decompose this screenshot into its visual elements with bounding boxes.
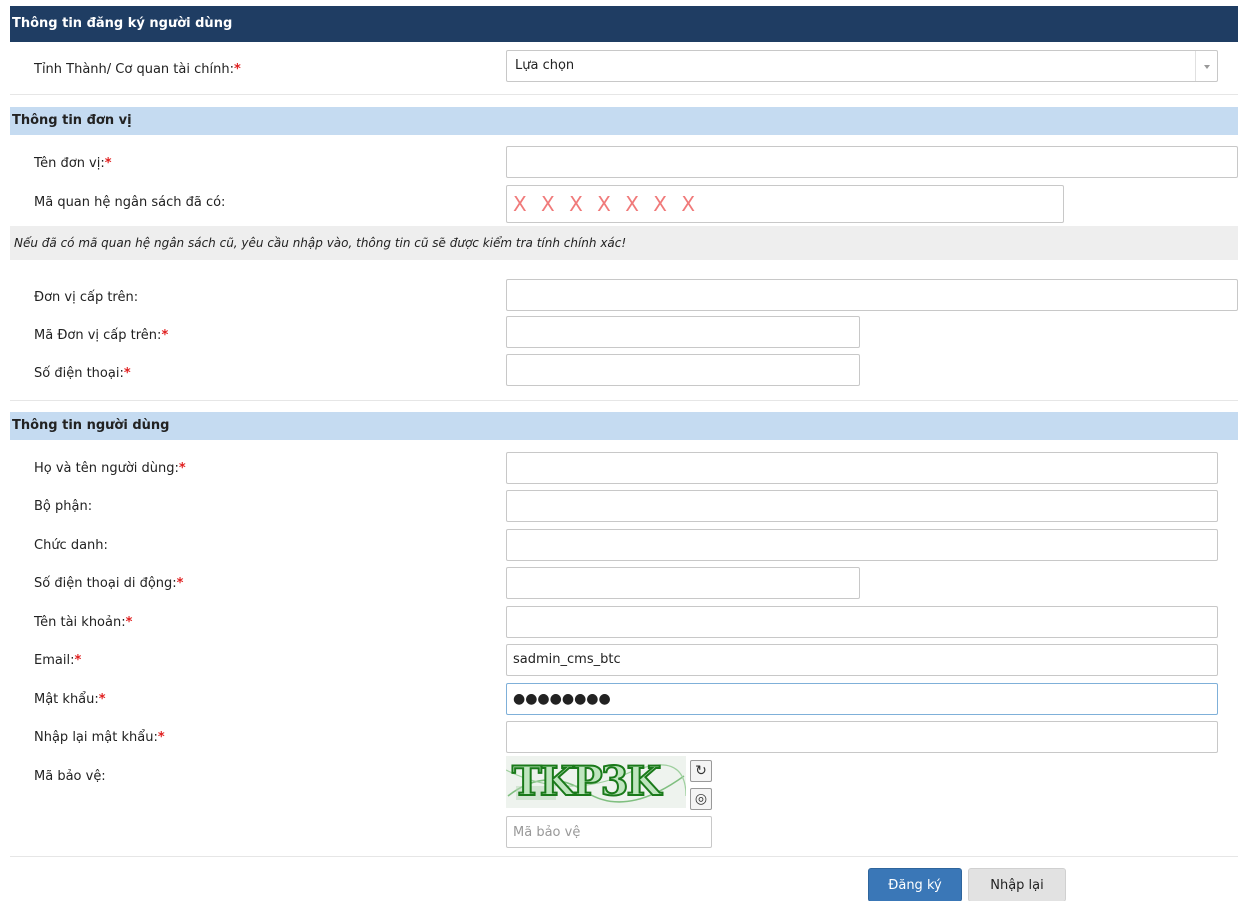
account-label: Tên tài khoản:* [34, 613, 132, 633]
unit-name-label: Tên đơn vị:* [34, 154, 112, 174]
budget-code-note: Nếu đã có mã quan hệ ngân sách cũ, yêu c… [10, 226, 1238, 260]
email-label-text: Email: [34, 653, 75, 668]
department-label: Bộ phận: [34, 499, 93, 514]
account-input[interactable] [506, 606, 1218, 638]
required-marker: * [125, 615, 133, 630]
position-input[interactable] [506, 529, 1218, 561]
captcha-text: TKP3K [511, 758, 662, 805]
password-confirm-label: Nhập lại mật khẩu:* [34, 728, 165, 748]
refresh-icon[interactable]: ↻ [690, 760, 712, 782]
divider [10, 94, 1238, 95]
province-select[interactable]: Lựa chọn [506, 50, 1218, 82]
parent-code-label-text: Mã Đơn vị cấp trên: [34, 328, 162, 343]
register-button[interactable]: Đăng ký [868, 868, 962, 901]
divider [10, 856, 1238, 857]
password-confirm-input[interactable] [506, 721, 1218, 753]
unit-section-header: Thông tin đơn vị [10, 107, 1238, 135]
audio-icon[interactable]: ◎ [690, 788, 712, 810]
parent-unit-label: Đơn vị cấp trên: [34, 290, 139, 305]
required-marker: * [157, 730, 165, 745]
province-label: Tỉnh Thành/ Cơ quan tài chính:* [34, 60, 241, 80]
unit-name-label-text: Tên đơn vị: [34, 156, 105, 171]
required-marker: * [233, 62, 241, 77]
unit-name-input[interactable] [506, 146, 1238, 178]
email-label: Email:* [34, 651, 81, 671]
mobile-label: Số điện thoại di động:* [34, 574, 183, 594]
required-marker: * [74, 653, 82, 668]
mobile-label-text: Số điện thoại di động: [34, 576, 177, 591]
required-marker: * [161, 328, 169, 343]
full-name-label: Họ và tên người dùng:* [34, 459, 186, 479]
full-name-input[interactable] [506, 452, 1218, 484]
required-marker: * [176, 576, 184, 591]
password-input[interactable]: ●●●●●●●● [506, 683, 1218, 715]
chevron-down-icon[interactable] [1195, 51, 1217, 81]
reset-button[interactable]: Nhập lại [968, 868, 1066, 901]
phone-label-text: Số điện thoại: [34, 366, 124, 381]
password-confirm-label-text: Nhập lại mật khẩu: [34, 730, 158, 745]
phone-label: Số điện thoại:* [34, 364, 131, 384]
parent-unit-input[interactable] [506, 279, 1238, 311]
captcha-input[interactable] [506, 816, 712, 848]
province-label-text: Tỉnh Thành/ Cơ quan tài chính: [34, 62, 234, 77]
budget-code-input[interactable]: X X X X X X X [506, 185, 1064, 223]
page-title: Thông tin đăng ký người dùng [10, 6, 1238, 42]
divider [10, 400, 1238, 401]
full-name-label-text: Họ và tên người dùng: [34, 461, 179, 476]
required-marker: * [98, 692, 106, 707]
budget-code-label: Mã quan hệ ngân sách đã có: [34, 195, 226, 210]
mobile-input[interactable] [506, 567, 860, 599]
province-select-value: Lựa chọn [515, 58, 575, 73]
position-label: Chức danh: [34, 538, 108, 553]
email-input[interactable]: sadmin_cms_btc [506, 644, 1218, 676]
parent-code-label: Mã Đơn vị cấp trên:* [34, 326, 168, 346]
user-section-header: Thông tin người dùng [10, 412, 1238, 440]
account-label-text: Tên tài khoản: [34, 615, 126, 630]
password-label-text: Mật khẩu: [34, 692, 99, 707]
captcha-image: TKP3K [506, 756, 686, 808]
captcha-label: Mã bảo vệ: [34, 769, 106, 784]
required-marker: * [178, 461, 186, 476]
password-label: Mật khẩu:* [34, 690, 106, 710]
phone-input[interactable] [506, 354, 860, 386]
required-marker: * [123, 366, 131, 381]
parent-code-input[interactable] [506, 316, 860, 348]
department-input[interactable] [506, 490, 1218, 522]
required-marker: * [104, 156, 112, 171]
